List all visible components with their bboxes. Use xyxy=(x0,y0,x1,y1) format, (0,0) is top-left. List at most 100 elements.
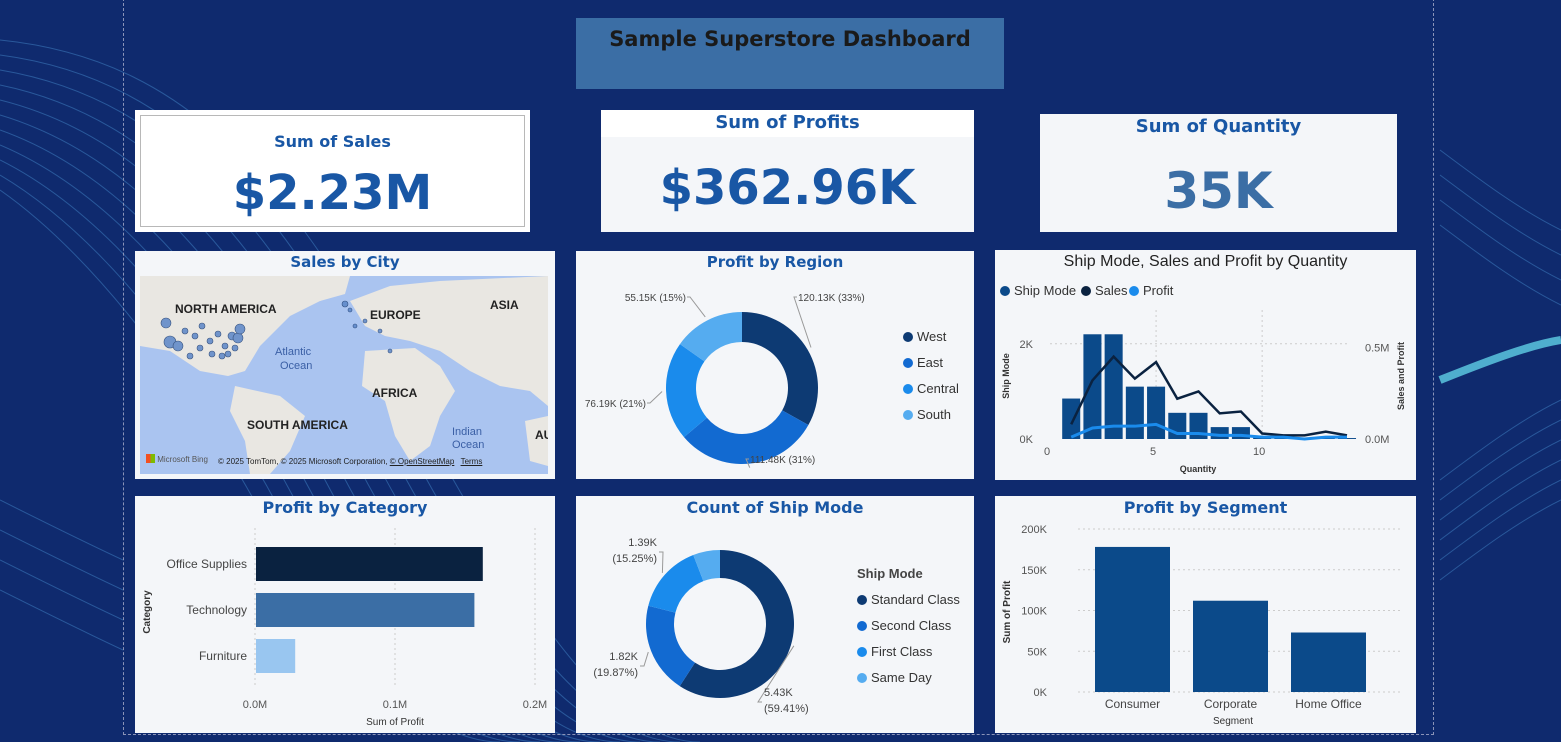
seg-y-tick: 50K xyxy=(1027,646,1047,658)
segment-bar[interactable] xyxy=(1095,546,1170,692)
legend-item[interactable]: Central xyxy=(903,381,959,396)
sales-by-city-title: Sales by City xyxy=(290,253,400,271)
seg-y-axis-label: Sum of Profit xyxy=(1002,580,1013,643)
legend-dot xyxy=(857,595,867,605)
map-label-south-america: SOUTH AMERICA xyxy=(247,418,348,432)
legend-label: First Class xyxy=(871,644,933,659)
legend-item[interactable]: Same Day xyxy=(857,670,932,685)
sales-map[interactable]: NORTH AMERICA EUROPE ASIA Atlantic Ocean… xyxy=(140,276,548,474)
seg-y-tick: 200K xyxy=(1021,524,1047,536)
map-label-au: AU xyxy=(535,428,548,442)
category-label: Furniture xyxy=(199,649,247,663)
category-bar[interactable] xyxy=(256,639,296,673)
profit-by-segment-card[interactable]: Profit by Segment 0K 50K 100K 150K 200K Consu… xyxy=(995,496,1416,733)
kpi-sales-label: Sum of Sales xyxy=(274,132,391,151)
region-data-label: 120.13K (33%) xyxy=(798,293,865,304)
combo-y-axis-label: Ship Mode xyxy=(1001,353,1011,399)
ship-mode-sales-profit-card[interactable]: Ship Mode, Sales and Profit by Quantity … xyxy=(995,250,1416,480)
category-bar[interactable] xyxy=(256,593,475,627)
region-data-label: 111.48K (31%) xyxy=(750,455,815,466)
kpi-profits-label: Sum of Profits xyxy=(715,112,860,133)
seg-x-axis-label: Segment xyxy=(1213,716,1253,727)
legend-item[interactable]: East xyxy=(903,355,943,370)
kpi-quantity-label: Sum of Quantity xyxy=(1135,116,1302,137)
seg-y-tick: 100K xyxy=(1021,606,1047,618)
segment-bar[interactable] xyxy=(1193,600,1268,692)
map-label-africa: AFRICA xyxy=(372,386,418,400)
category-bar[interactable] xyxy=(256,547,483,581)
combo-y2-tick: 0.0M xyxy=(1365,434,1389,446)
category-label: Technology xyxy=(186,603,247,617)
legend-label: Standard Class xyxy=(871,592,960,607)
kpi-profits-card[interactable]: Sum of Profits $362.96K xyxy=(601,110,974,232)
combo-y2-axis-label: Sales and Profit xyxy=(1396,342,1406,410)
ship-data-label: 1.82K xyxy=(609,651,638,663)
kpi-quantity-card[interactable]: Sum of Quantity 35K xyxy=(1040,114,1397,232)
ship-mode-bar[interactable] xyxy=(1104,334,1123,439)
segment-bar[interactable] xyxy=(1291,632,1366,692)
dashboard-title-box: Sample Superstore Dashboard xyxy=(576,18,1004,89)
legend-label: West xyxy=(917,329,947,344)
map-label-atlantic-ocean: Ocean xyxy=(280,360,313,372)
map-label-asia: ASIA xyxy=(490,298,519,312)
region-data-label: 55.15K (15%) xyxy=(625,293,686,304)
ship-mode-bar[interactable] xyxy=(1168,412,1187,439)
ship-data-label: (19.87%) xyxy=(593,667,638,679)
legend-dot xyxy=(857,673,867,683)
bing-brand-text: Microsoft Bing xyxy=(157,455,208,464)
profit-by-region-card[interactable]: Profit by Region 120.13K (33%) 111.48K (3… xyxy=(576,251,974,479)
ship-leader-line xyxy=(659,551,664,573)
legend-dot xyxy=(903,410,913,420)
cat-y-axis-label: Category xyxy=(142,590,153,634)
map-attribution: © 2025 TomTom, © 2025 Microsoft Corporat… xyxy=(218,457,482,466)
region-slice[interactable] xyxy=(742,312,818,426)
legend-dot xyxy=(857,647,867,657)
legend-dot xyxy=(903,358,913,368)
profit-by-category-chart: 0.0M 0.1M 0.2M Office Supplies Technology Fur… xyxy=(142,528,547,728)
legend-label: Same Day xyxy=(871,670,932,685)
kpi-sales-card[interactable]: Sum of Sales $2.23M xyxy=(135,110,530,232)
dashboard-title: Sample Superstore Dashboard xyxy=(609,27,971,51)
legend-dot xyxy=(857,621,867,631)
ship-mode-bar[interactable] xyxy=(1083,334,1102,439)
sales-by-city-card[interactable]: Sales by City NORTH AMERICA EUROPE ASIA xyxy=(135,251,555,479)
segment-label: Corporate xyxy=(1204,697,1258,711)
kpi-profits-value: $362.96K xyxy=(659,160,916,216)
legend-label: East xyxy=(917,355,944,370)
profit-by-region-title: Profit by Region xyxy=(706,253,844,271)
cat-x-tick: 0.1M xyxy=(383,699,407,711)
ship-mode-bar[interactable] xyxy=(1125,386,1144,439)
count-of-ship-mode-card[interactable]: Count of Ship Mode 5.43K (59.41%) 1.82K (19… xyxy=(576,496,974,733)
region-leader-line xyxy=(647,391,663,404)
ship-mode-bar[interactable] xyxy=(1210,427,1229,439)
map-label-north-america: NORTH AMERICA xyxy=(175,302,277,316)
combo-x-axis-label: Quantity xyxy=(1180,464,1217,474)
combo-x-tick: 5 xyxy=(1150,446,1156,458)
region-leader-line xyxy=(687,296,706,318)
ship-data-label: (15.25%) xyxy=(612,553,657,565)
ship-mode-bar[interactable] xyxy=(1147,386,1166,439)
combo-y2-tick: 0.5M xyxy=(1365,342,1389,354)
ship-data-label: (59.41%) xyxy=(764,703,809,715)
profit-by-category-card[interactable]: Profit by Category 0.0M 0.1M 0.2M Office Su… xyxy=(135,496,555,733)
segment-label: Consumer xyxy=(1105,697,1160,711)
legend-label: South xyxy=(917,407,951,422)
combo-y-tick: 2K xyxy=(1020,339,1034,351)
microsoft-bing-logo: Microsoft Bing xyxy=(146,454,208,464)
seg-y-tick: 150K xyxy=(1021,565,1047,577)
legend-dot xyxy=(903,332,913,342)
combo-x-tick: 0 xyxy=(1044,446,1050,458)
legend-item[interactable]: West xyxy=(903,329,946,344)
terms-link[interactable]: Terms xyxy=(461,457,483,466)
legend-title: Ship Mode xyxy=(857,566,923,581)
map-label-atlantic: Atlantic xyxy=(275,346,312,358)
legend-item[interactable]: South xyxy=(903,407,951,422)
segment-label: Home Office xyxy=(1295,697,1362,711)
ship-mode-sales-profit-chart: 0 5 10 0K 2K 0.0M 0.5M Quantity Ship Mode Sales a… xyxy=(1001,310,1406,474)
legend-item[interactable]: First Class xyxy=(857,644,932,659)
osm-link[interactable]: © OpenStreetMap xyxy=(390,457,455,466)
kpi-sales-value: $2.23M xyxy=(232,165,433,221)
legend-item[interactable]: Standard Class xyxy=(857,592,960,607)
legend-item[interactable]: Second Class xyxy=(857,618,951,633)
bing-logo-icon xyxy=(146,454,155,463)
